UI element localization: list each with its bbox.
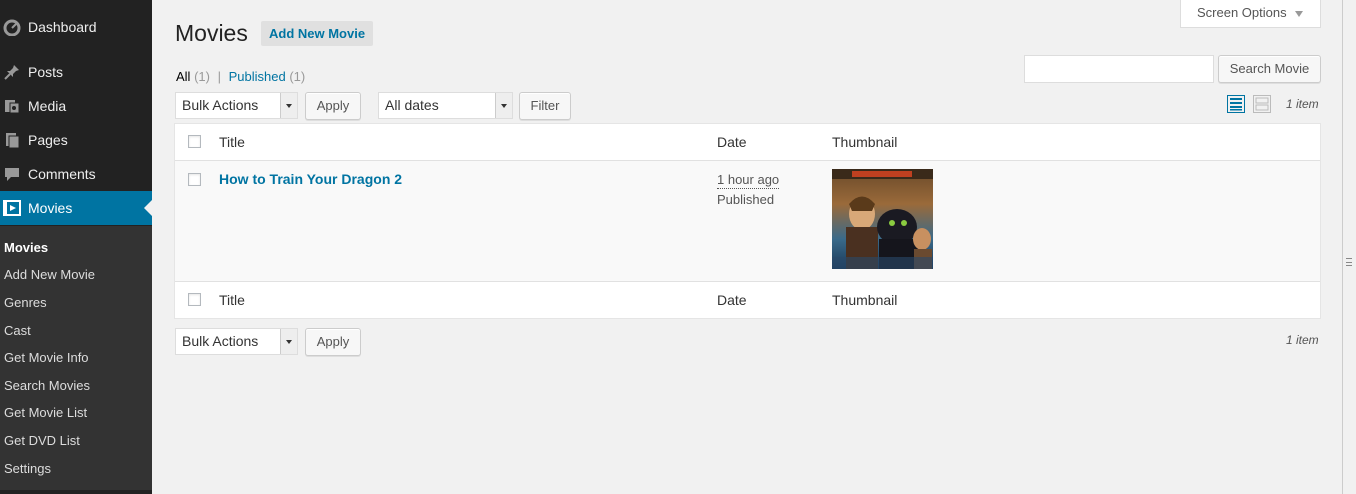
chevron-down-icon: [280, 329, 297, 354]
filter-published-count: (1): [289, 69, 306, 84]
filter-published-label: Published: [228, 69, 286, 84]
movie-status: Published: [717, 192, 775, 207]
menu-item-pages[interactable]: Pages: [0, 123, 152, 157]
bulk-actions-value-bottom: Bulk Actions: [182, 333, 259, 349]
filter-separator: |: [217, 69, 221, 84]
bulk-actions-select[interactable]: Bulk Actions: [175, 92, 298, 119]
filter-published[interactable]: Published (1): [229, 69, 306, 84]
submenu-search-movies[interactable]: Search Movies: [4, 378, 90, 393]
add-new-movie-button[interactable]: Add New Movie: [261, 21, 374, 46]
chevron-down-icon: [280, 93, 297, 118]
page-title: Movies: [175, 20, 248, 46]
apply-button[interactable]: Apply: [305, 92, 361, 120]
menu-item-comments[interactable]: Comments: [0, 157, 152, 191]
search-movie-button[interactable]: Search Movie: [1218, 55, 1321, 83]
movies-table: Title Date Thumbnail How to Train Your D…: [174, 123, 1321, 319]
menu-label-movies: Movies: [28, 200, 73, 216]
movies-submenu: Movies Add New Movie Genres Cast Get Mov…: [0, 226, 152, 490]
apply-button-bottom[interactable]: Apply: [305, 328, 361, 356]
submenu-add-new-movie[interactable]: Add New Movie: [4, 267, 95, 282]
screen-options-toggle[interactable]: Screen Options: [1180, 0, 1321, 28]
menu-label-pages: Pages: [28, 132, 68, 148]
column-thumbnail: Thumbnail: [832, 134, 898, 150]
triangle-down-icon: [1294, 10, 1303, 17]
pages-icon: [2, 130, 22, 150]
screen-options-label: Screen Options: [1197, 5, 1287, 20]
submenu-genres[interactable]: Genres: [4, 295, 47, 310]
submenu-get-movie-info[interactable]: Get Movie Info: [4, 350, 89, 365]
movie-title-link[interactable]: How to Train Your Dragon 2: [219, 171, 402, 187]
displaying-num-top: 1 item: [1286, 97, 1319, 111]
menu-label-dashboard: Dashboard: [28, 19, 97, 35]
menu-label-posts: Posts: [28, 64, 64, 80]
menu-label-media: Media: [28, 98, 67, 114]
video-icon: [2, 198, 22, 218]
movie-thumbnail[interactable]: [832, 169, 933, 269]
menu-item-movies[interactable]: Movies: [0, 191, 152, 225]
current-menu-arrow: [144, 200, 152, 216]
submenu-cast[interactable]: Cast: [4, 323, 31, 338]
select-all-checkbox[interactable]: [188, 135, 201, 148]
table-header: Title Date Thumbnail: [175, 124, 1320, 161]
pin-icon: [2, 62, 22, 82]
column-date-footer[interactable]: Date: [717, 292, 747, 308]
search-input[interactable]: [1024, 55, 1214, 83]
submenu-get-movie-list[interactable]: Get Movie List: [4, 405, 87, 420]
menu-label-comments: Comments: [28, 166, 96, 182]
column-title-footer[interactable]: Title: [219, 292, 245, 308]
bulk-actions-value: Bulk Actions: [182, 97, 259, 113]
list-view-icon[interactable]: [1227, 95, 1245, 113]
bulk-actions-select-bottom[interactable]: Bulk Actions: [175, 328, 298, 355]
dates-select[interactable]: All dates: [378, 92, 513, 119]
status-filters: All (1) | Published (1): [176, 69, 305, 84]
dates-value: All dates: [385, 97, 439, 113]
media-icon: [2, 96, 22, 116]
chevron-down-icon: [495, 93, 512, 118]
column-thumbnail-footer: Thumbnail: [832, 292, 898, 308]
admin-menu: Dashboard Posts Media Pages Comments Mov…: [0, 0, 152, 494]
column-date[interactable]: Date: [717, 134, 747, 150]
filter-all[interactable]: All (1): [176, 69, 210, 84]
submenu-settings[interactable]: Settings: [4, 461, 51, 476]
table-row: How to Train Your Dragon 2 1 hour ago Pu…: [175, 161, 1320, 281]
menu-item-posts[interactable]: Posts: [0, 55, 152, 89]
row-checkbox[interactable]: [188, 173, 201, 186]
filter-button[interactable]: Filter: [519, 92, 571, 120]
filter-all-label: All: [176, 69, 191, 84]
grip-icon: [1346, 258, 1352, 266]
menu-item-media[interactable]: Media: [0, 89, 152, 123]
displaying-num-bottom: 1 item: [1286, 333, 1319, 347]
right-edge-scrollbar[interactable]: [1342, 0, 1356, 494]
comment-icon: [2, 164, 22, 184]
submenu-movies[interactable]: Movies: [4, 240, 48, 255]
dashboard-icon: [2, 17, 22, 37]
excerpt-view-icon[interactable]: [1253, 95, 1271, 113]
movie-date: 1 hour ago: [717, 172, 780, 189]
select-all-checkbox-footer[interactable]: [188, 293, 201, 306]
menu-item-dashboard[interactable]: Dashboard: [0, 10, 152, 44]
filter-all-count: (1): [194, 69, 210, 84]
table-footer: Title Date Thumbnail: [175, 281, 1320, 318]
column-title[interactable]: Title: [219, 134, 245, 150]
submenu-get-dvd-list[interactable]: Get DVD List: [4, 433, 80, 448]
